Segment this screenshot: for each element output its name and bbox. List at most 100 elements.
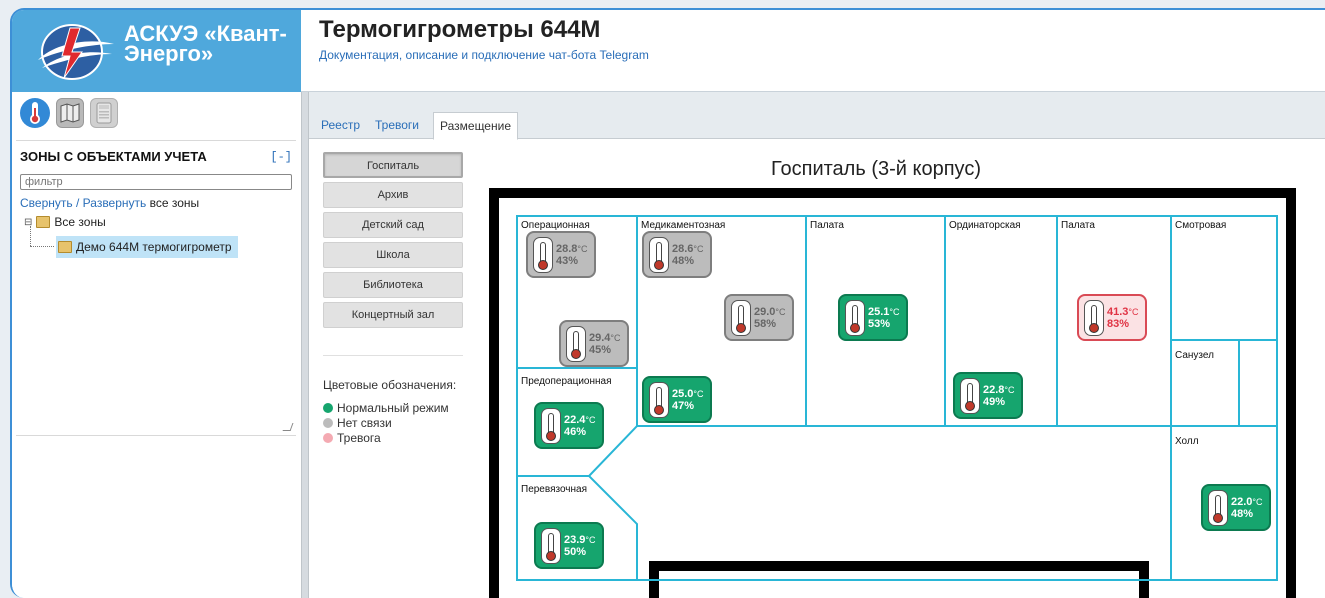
tree-actions: Свернуть / Развернуть все зоны [20, 196, 199, 210]
building-button-library[interactable]: Библиотека [323, 272, 463, 298]
sensor-operating[interactable]: 28.8°C 43% [526, 231, 596, 278]
sensor-humidity: 46% [564, 425, 587, 438]
tab-placement[interactable]: Размещение [433, 112, 518, 140]
docs-link[interactable]: Документация, описание и подключение чат… [319, 48, 649, 62]
floor-plan-title: Госпиталь (3-й корпус) [771, 158, 981, 180]
sensor-hall[interactable]: 22.0°C 48% [1201, 484, 1271, 531]
expand-all-link[interactable]: Развернуть [83, 196, 147, 210]
room-label: Медикаментозная [641, 220, 725, 231]
sensor-humidity: 53% [868, 317, 891, 330]
tree-node-all-zones[interactable]: ⊟ Все зоны [24, 213, 106, 231]
thermometer-icon [649, 381, 669, 418]
folder-icon [58, 241, 72, 253]
sensor-medication-2[interactable]: 29.0°C 58% [724, 294, 794, 341]
sensor-temp: 22.0 [1231, 495, 1253, 508]
sensor-temp: 41.3 [1107, 305, 1129, 318]
thermometer-view-button[interactable] [20, 98, 50, 128]
tree-toggle-icon[interactable]: ⊟ [24, 217, 32, 228]
sensor-unit: °C [577, 243, 588, 254]
sensor-staff-room[interactable]: 22.8°C 49% [953, 372, 1023, 419]
company-logo[interactable] [36, 22, 116, 82]
zones-title: ЗОНЫ С ОБЪЕКТАМИ УЧЕТА [20, 149, 207, 164]
building-button-concert-hall[interactable]: Концертный зал [323, 302, 463, 328]
sensor-unit: °C [775, 306, 786, 317]
calculator-icon [96, 102, 112, 124]
page-title: Термогигрометры 644М [319, 16, 601, 43]
sensor-temp: 22.4 [564, 413, 586, 426]
report-view-button[interactable] [90, 98, 118, 128]
sensor-humidity: 48% [1231, 507, 1254, 520]
legend-title: Цветовые обозначения: [323, 378, 457, 392]
app-window: АСКУЭ «Квант- Энерго» Термогигрометры 64… [10, 8, 1325, 598]
sensor-temp: 28.6 [672, 242, 694, 255]
sensor-unit: °C [693, 243, 704, 254]
sensor-humidity: 47% [672, 399, 695, 412]
tab-alarms[interactable]: Тревоги [375, 118, 419, 139]
legend-label: Нет связи [337, 415, 392, 430]
room-label: Предоперационная [521, 376, 611, 387]
sensor-unit: °C [1004, 384, 1015, 395]
sensor-unit: °C [585, 414, 596, 425]
thermometer-icon [541, 527, 561, 564]
tree-connector [30, 246, 54, 247]
sensor-unit: °C [1128, 306, 1139, 317]
room-label: Холл [1175, 436, 1199, 447]
room-label: Перевязочная [521, 484, 587, 495]
room-label: Палата [1061, 220, 1095, 231]
brand-name: АСКУЭ «Квант- Энерго» [124, 23, 287, 65]
collapse-all-link[interactable]: Свернуть [20, 196, 73, 210]
legend-label: Тревога [337, 430, 381, 445]
resize-handle[interactable] [282, 423, 294, 431]
main-area: Реестр Тревоги Размещение Госпиталь Архи… [309, 92, 1325, 598]
room-label: Операционная [521, 220, 590, 231]
sensor-unit: °C [693, 388, 704, 399]
tab-registry[interactable]: Реестр [321, 118, 360, 139]
sensor-humidity: 45% [589, 343, 612, 356]
sensor-temp: 29.4 [589, 331, 611, 344]
sensor-medication[interactable]: 28.6°C 48% [642, 231, 712, 278]
sensor-unit: °C [1252, 496, 1263, 507]
sensor-temp: 29.0 [754, 305, 776, 318]
legend-item-no-link: Нет связи [323, 415, 463, 430]
sensor-ward-2[interactable]: 41.3°C 83% [1077, 294, 1147, 341]
sensor-temp: 22.8 [983, 383, 1005, 396]
sidebar: ЗОНЫ С ОБЪЕКТАМИ УЧЕТА [-] Свернуть / Ра… [12, 92, 301, 598]
building-button-archive[interactable]: Архив [323, 182, 463, 208]
sensor-humidity: 48% [672, 254, 695, 267]
legend-dot-gray [323, 417, 333, 428]
sensor-temp: 23.9 [564, 533, 586, 546]
room-label: Санузел [1175, 350, 1214, 361]
building-button-school[interactable]: Школа [323, 242, 463, 268]
thermometer-icon [1084, 299, 1104, 336]
building-list: Госпиталь Архив Детский сад Школа Библио… [323, 152, 465, 332]
thermometer-icon [1208, 489, 1228, 526]
placement-content: Госпиталь Архив Детский сад Школа Библио… [309, 140, 1325, 598]
thermometer-icon [566, 325, 586, 362]
zones-filter-input[interactable] [20, 174, 292, 190]
sensor-dressing[interactable]: 23.9°C 50% [534, 522, 604, 569]
sensor-operating-2[interactable]: 29.4°C 45% [559, 320, 629, 367]
building-button-kindergarten[interactable]: Детский сад [323, 212, 463, 238]
sensor-humidity: 58% [754, 317, 777, 330]
sensor-temp: 25.1 [868, 305, 890, 318]
sensor-ward-1[interactable]: 25.1°C 53% [838, 294, 908, 341]
thermometer-icon [541, 407, 561, 444]
folder-icon [36, 216, 51, 228]
panel-splitter[interactable] [301, 92, 309, 598]
building-button-hospital[interactable]: Госпиталь [323, 152, 463, 178]
thermometer-icon [731, 299, 751, 336]
tree-node-demo-sensor[interactable]: Демо 644М термогигрометр [56, 236, 238, 258]
map-view-button[interactable] [56, 98, 84, 128]
sensor-unit: °C [889, 306, 900, 317]
collapse-panel-button[interactable]: [-] [270, 150, 292, 164]
sensor-humidity: 43% [556, 254, 579, 267]
sensor-preoperative[interactable]: 22.4°C 46% [534, 402, 604, 449]
sensor-medication-3[interactable]: 25.0°C 47% [642, 376, 712, 423]
tree-actions-separator: / [75, 196, 80, 210]
room-label: Палата [810, 220, 844, 231]
color-legend: Цветовые обозначения: Нормальный режим Н… [323, 355, 463, 445]
sensor-humidity: 50% [564, 545, 587, 558]
legend-item-alarm: Тревога [323, 430, 463, 445]
thermometer-icon [533, 236, 553, 273]
thermometer-icon [649, 236, 669, 273]
